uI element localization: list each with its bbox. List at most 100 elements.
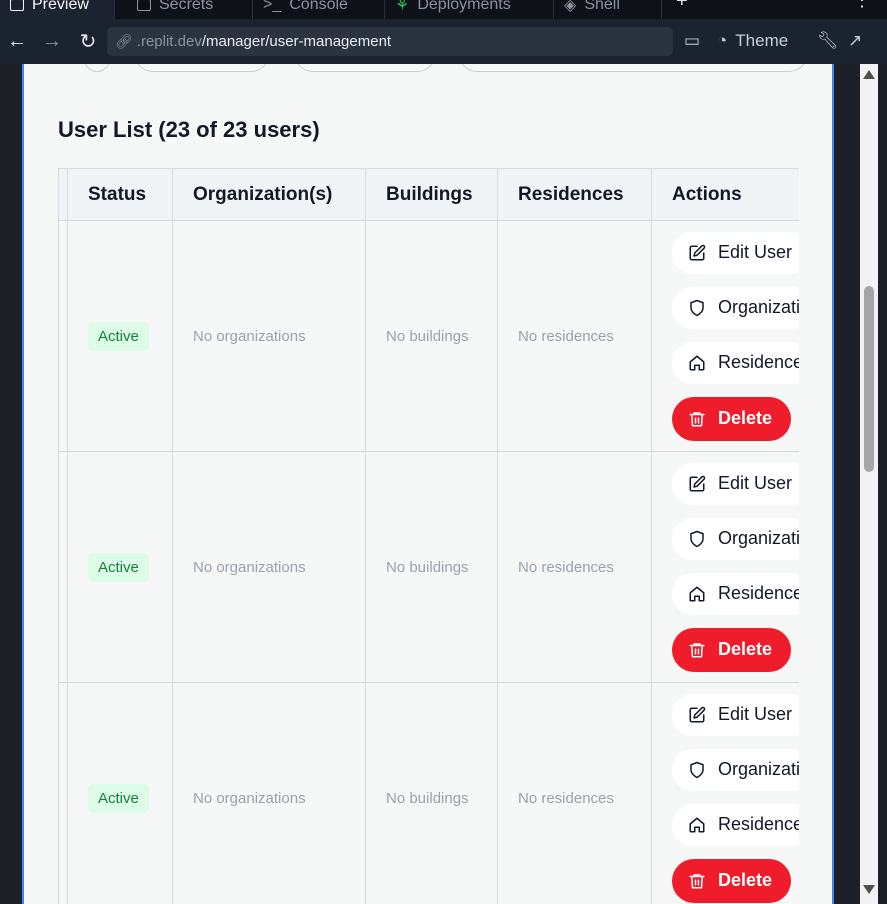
home-icon bbox=[689, 355, 705, 370]
theme-label: Theme bbox=[735, 31, 789, 50]
tab-label: Secrets bbox=[159, 0, 214, 13]
tab-shell[interactable]: ◈ Shell bbox=[554, 0, 662, 19]
more-options-icon[interactable]: ⋮ bbox=[853, 0, 871, 11]
filter-select-2[interactable] bbox=[294, 64, 436, 72]
filter-avatar[interactable] bbox=[84, 64, 110, 72]
new-tab-plus-icon[interactable]: + bbox=[676, 0, 688, 13]
app-frame: User List (23 of 23 users) Status Organi… bbox=[22, 64, 834, 904]
monitor-icon bbox=[10, 0, 24, 11]
column-header-residences[interactable]: Residences bbox=[497, 168, 652, 221]
delete-button[interactable]: Delete bbox=[672, 858, 791, 903]
tab-deployments[interactable]: ⚘ Deployments bbox=[385, 0, 554, 19]
address-bar: ← → ↻ 🔗︎ .replit.dev/manager/user-manage… bbox=[0, 19, 887, 64]
tab-label: Preview bbox=[32, 0, 89, 13]
status-badge: Active bbox=[88, 552, 149, 582]
residences-button[interactable]: Residences bbox=[672, 803, 799, 846]
residences-button[interactable]: Residences bbox=[672, 572, 799, 615]
organizations-label: Organizations bbox=[718, 528, 799, 548]
delete-button[interactable]: Delete bbox=[672, 627, 791, 672]
edit-user-button[interactable]: Edit User bbox=[672, 231, 799, 274]
edit-user-label: Edit User bbox=[718, 242, 793, 262]
table-row: Active No organizations No buildings No … bbox=[58, 451, 799, 683]
organizations-cell: No organizations bbox=[172, 451, 366, 683]
terminal-icon: >_ bbox=[263, 0, 282, 13]
tab-label: Deployments bbox=[417, 0, 511, 13]
scroll-down-arrow-icon[interactable] bbox=[863, 885, 875, 894]
devices-icon[interactable]: ▭ bbox=[684, 29, 700, 53]
delete-button[interactable]: Delete bbox=[672, 396, 791, 441]
shell-icon: ◈ bbox=[564, 0, 577, 14]
delete-label: Delete bbox=[718, 639, 773, 659]
status-cell: Active bbox=[67, 682, 173, 904]
edit-user-label: Edit User bbox=[718, 704, 793, 724]
residences-label: Residences bbox=[718, 583, 799, 603]
forward-arrow-icon[interactable]: → bbox=[40, 29, 64, 53]
organizations-cell: No organizations bbox=[172, 220, 366, 452]
browser-tab-strip: Preview Secrets >_ Console ⚘ Deployments… bbox=[0, 0, 887, 19]
column-header-organizations[interactable]: Organization(s) bbox=[172, 168, 366, 221]
scrollbar-thumb[interactable] bbox=[864, 286, 874, 472]
filter-select-1[interactable] bbox=[134, 64, 270, 72]
user-table: Status Organization(s) Buildings Residen… bbox=[58, 168, 799, 904]
edit-user-button[interactable]: Edit User bbox=[672, 462, 799, 505]
edit-icon bbox=[689, 244, 706, 260]
user-list-title: User List (23 of 23 users) bbox=[58, 117, 320, 142]
filter-bar bbox=[24, 64, 832, 74]
organizations-label: Organizations bbox=[718, 297, 799, 317]
status-cell: Active bbox=[67, 220, 173, 452]
status-cell: Active bbox=[67, 451, 173, 683]
url-input[interactable]: 🔗︎ .replit.dev/manager/user-management bbox=[107, 27, 673, 56]
actions-cell: Edit User Organizations Residences bbox=[651, 682, 799, 904]
rocket-icon: ⚘ bbox=[395, 0, 410, 14]
table-header-row: Status Organization(s) Buildings Residen… bbox=[58, 168, 799, 221]
link-icon: 🔗︎ bbox=[115, 33, 133, 49]
wrench-icon[interactable]: 🔧︎ bbox=[817, 29, 839, 53]
column-header-cutoff bbox=[58, 168, 68, 221]
tab-preview[interactable]: Preview bbox=[0, 0, 115, 19]
url-path: /manager/user-management bbox=[201, 33, 392, 50]
column-header-actions: Actions bbox=[651, 168, 799, 221]
url-host: .replit.dev bbox=[136, 33, 202, 50]
reload-icon[interactable]: ↻ bbox=[76, 29, 100, 53]
external-link-icon[interactable]: ↗ bbox=[848, 29, 862, 53]
tab-console[interactable]: >_ Console bbox=[253, 0, 385, 19]
cutoff-cell bbox=[58, 220, 68, 452]
tab-label: Console bbox=[289, 0, 348, 13]
organizations-button[interactable]: Organizations bbox=[672, 748, 799, 791]
edit-icon bbox=[689, 706, 706, 722]
organizations-label: Organizations bbox=[718, 759, 799, 779]
organizations-cell: No organizations bbox=[172, 682, 366, 904]
residences-button[interactable]: Residences bbox=[672, 341, 799, 384]
shield-icon bbox=[690, 761, 704, 778]
cutoff-cell bbox=[58, 451, 68, 683]
lock-icon bbox=[137, 0, 151, 11]
back-arrow-icon[interactable]: ← bbox=[5, 29, 29, 53]
organizations-button[interactable]: Organizations bbox=[672, 286, 799, 329]
shield-icon bbox=[690, 299, 704, 316]
buildings-cell: No buildings bbox=[365, 451, 498, 683]
page-scrollbar[interactable] bbox=[860, 64, 878, 904]
page-viewport: User List (23 of 23 users) Status Organi… bbox=[0, 64, 887, 904]
trash-icon bbox=[689, 642, 705, 657]
edit-user-button[interactable]: Edit User bbox=[672, 693, 799, 736]
theme-button[interactable]: ◔ Theme bbox=[717, 29, 788, 53]
home-icon bbox=[689, 586, 705, 601]
residences-cell: No residences bbox=[497, 451, 652, 683]
residences-label: Residences bbox=[718, 352, 799, 372]
edit-user-label: Edit User bbox=[718, 473, 793, 493]
actions-cell: Edit User Organizations Residences bbox=[651, 451, 799, 683]
scroll-up-arrow-icon[interactable] bbox=[863, 70, 875, 79]
organizations-button[interactable]: Organizations bbox=[672, 517, 799, 560]
column-header-buildings[interactable]: Buildings bbox=[365, 168, 498, 221]
table-row: Active No organizations No buildings No … bbox=[58, 220, 799, 452]
search-input[interactable] bbox=[458, 64, 808, 72]
column-header-status[interactable]: Status bbox=[67, 168, 173, 221]
status-badge: Active bbox=[88, 783, 149, 813]
delete-label: Delete bbox=[718, 408, 773, 428]
tab-secrets[interactable]: Secrets bbox=[127, 0, 253, 19]
shield-icon bbox=[690, 530, 704, 547]
residences-cell: No residences bbox=[497, 220, 652, 452]
cutoff-cell bbox=[58, 682, 68, 904]
residences-label: Residences bbox=[718, 814, 799, 834]
home-icon bbox=[689, 817, 705, 832]
